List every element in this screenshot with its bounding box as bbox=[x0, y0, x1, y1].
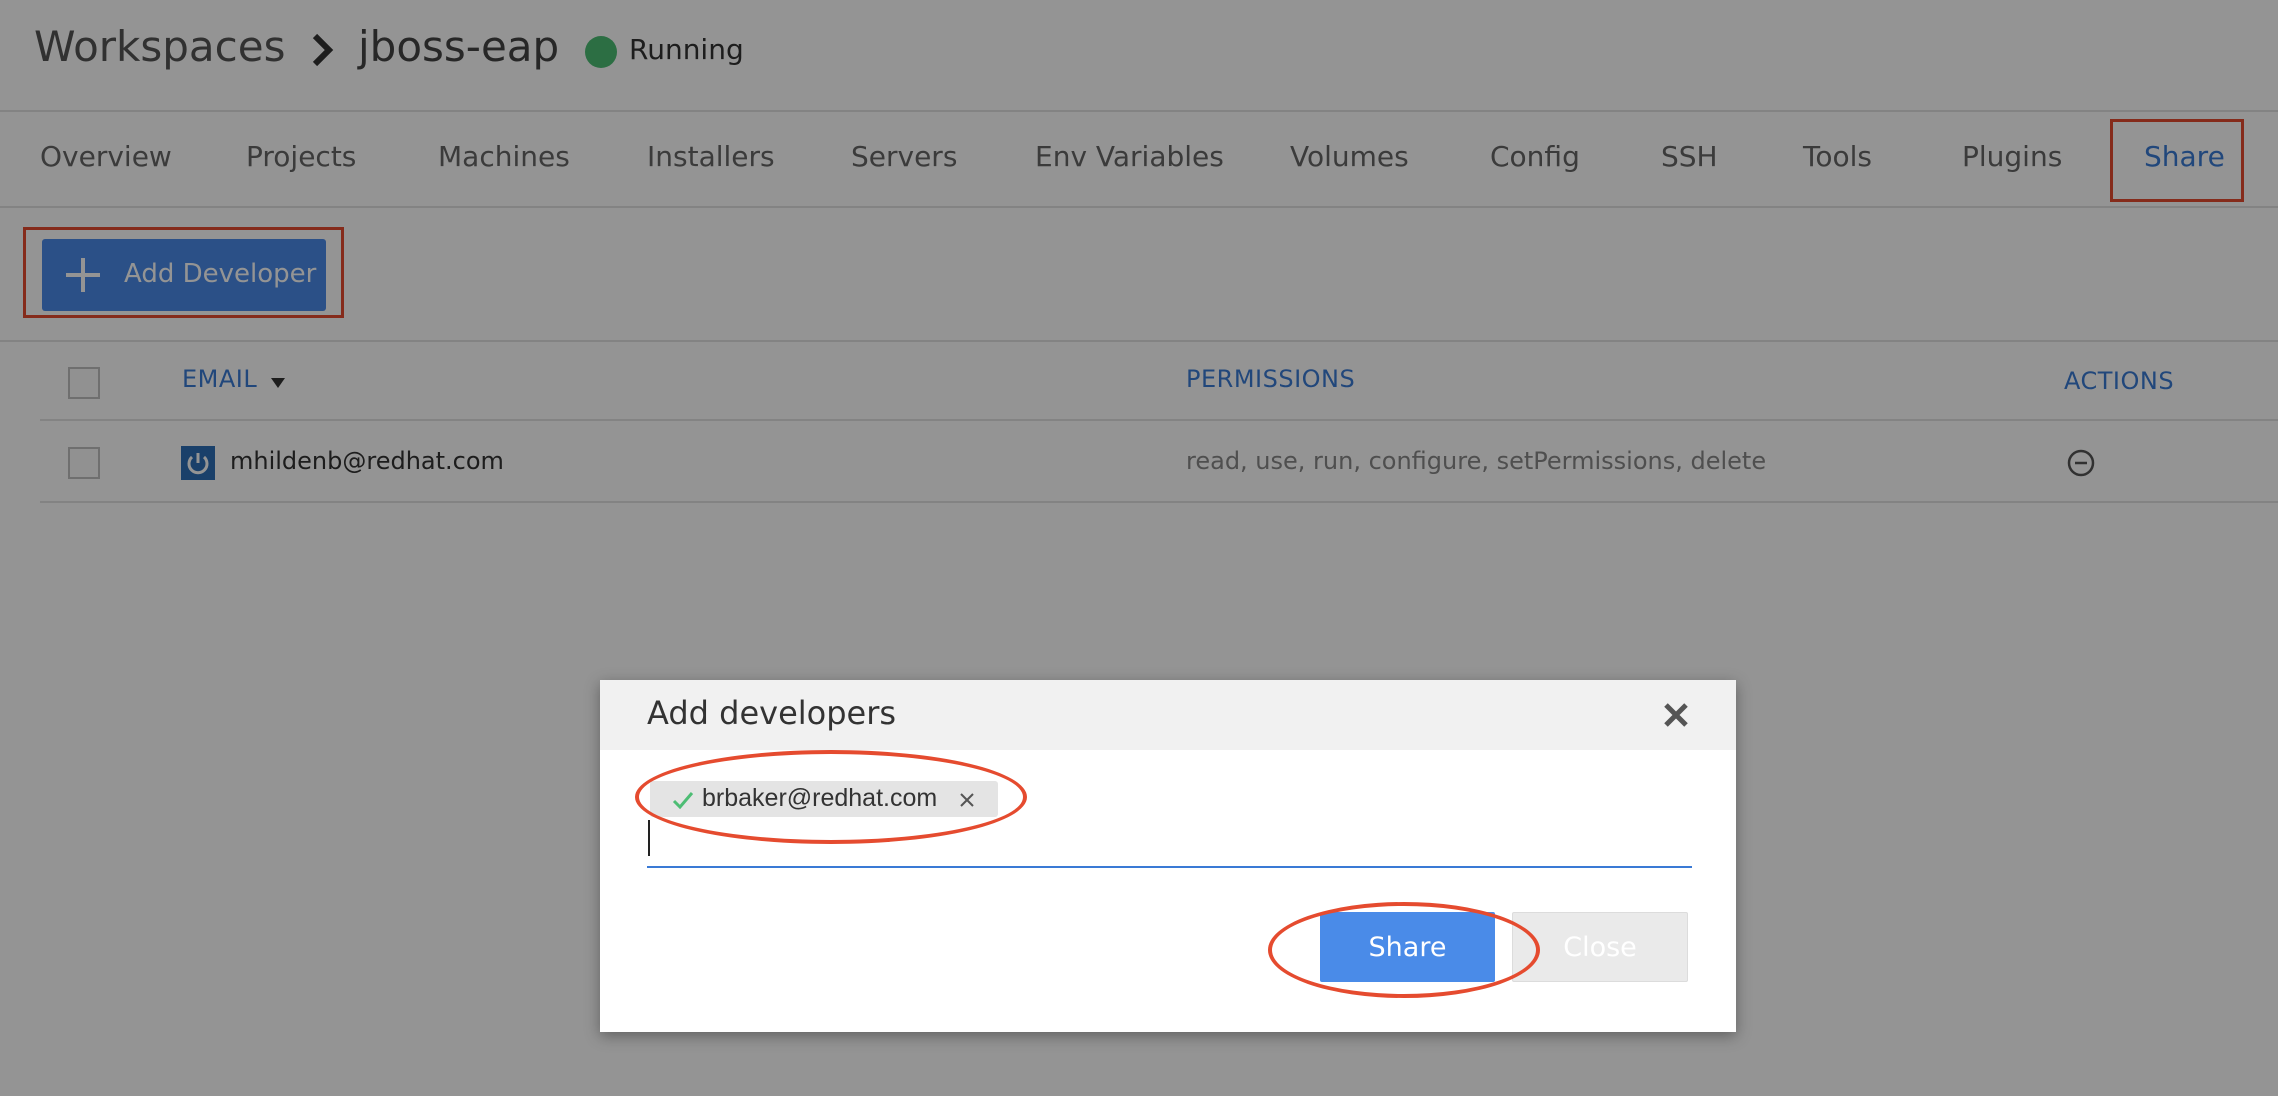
chip-annotation-ellipse bbox=[635, 750, 1027, 844]
close-icon[interactable] bbox=[1660, 699, 1692, 731]
text-cursor bbox=[648, 820, 650, 856]
add-developers-dialog: Add developers brbaker@redhat.com Share … bbox=[600, 680, 1736, 1032]
dialog-title: Add developers bbox=[647, 694, 897, 732]
dialog-header: Add developers bbox=[600, 680, 1736, 750]
share-annotation-ellipse bbox=[1268, 902, 1540, 998]
